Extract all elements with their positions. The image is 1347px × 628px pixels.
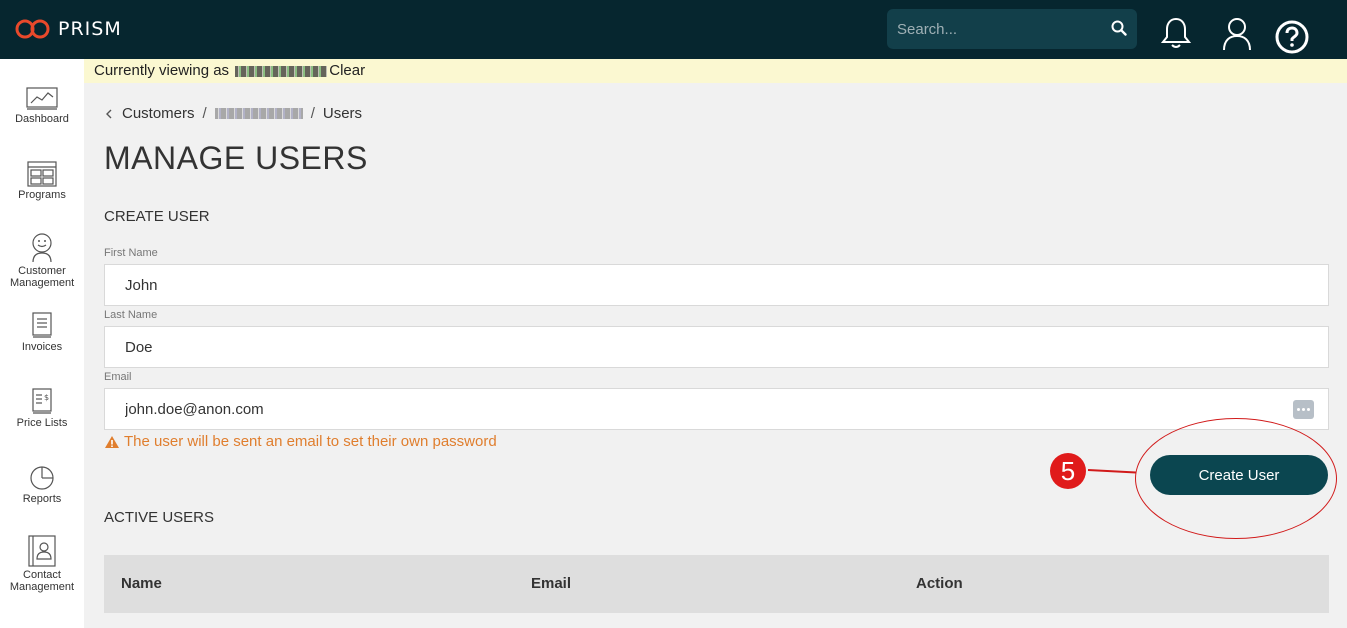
top-bar: PRISM [0,0,1347,59]
column-header-email: Email [531,575,572,592]
step-number-badge: 5 [1050,453,1086,489]
viewing-as-banner: Currently viewing as Clear [84,59,1347,83]
active-users-table-header: Name Email Action [104,555,1329,613]
annotation-connector [1087,469,1136,474]
sidebar-item-price-lists[interactable]: $ Price Lists [0,385,84,429]
sidebar-item-label: Customer Management [10,265,75,289]
logo-icon [15,19,50,39]
clear-link[interactable]: Clear [329,62,365,79]
breadcrumb-users: Users [322,105,363,122]
user-icon[interactable] [1221,16,1253,52]
sidebar-item-label: Reports [22,493,62,505]
sidebar-item-label: Contact Management [9,569,75,593]
help-icon[interactable] [1275,20,1309,54]
contact-book-icon [28,535,56,567]
sidebar-item-label: Invoices [21,341,63,353]
sidebar: Dashboard Programs Customer Management I… [0,59,84,628]
email-field [104,388,1329,430]
chart-icon [26,87,58,110]
password-warning: The user will be sent an email to set th… [104,433,497,450]
logo-text: PRISM [58,18,122,40]
email-input[interactable] [105,389,1328,429]
breadcrumb-customers[interactable]: Customers [122,105,195,122]
redacted-customer-name [235,65,328,77]
sidebar-item-dashboard[interactable]: Dashboard [0,81,84,125]
search-box [887,9,1137,49]
column-header-name: Name [121,575,162,592]
sidebar-item-customer-management[interactable]: Customer Management [0,233,84,289]
document-icon [32,312,52,338]
last-name-label: Last Name [104,309,158,321]
warning-icon [105,435,119,448]
search-icon[interactable] [1111,20,1127,36]
create-user-heading: CREATE USER [104,208,210,225]
pie-icon [30,466,54,490]
email-label: Email [104,371,132,383]
active-users-heading: ACTIVE USERS [104,509,215,526]
password-manager-dots-icon[interactable] [1293,400,1314,419]
sidebar-item-invoices[interactable]: Invoices [0,309,84,353]
pricelist-icon: $ [32,388,52,414]
first-name-label: First Name [104,247,158,259]
svg-text:$: $ [44,393,49,402]
search-input[interactable] [887,9,1102,49]
breadcrumb-separator: / [310,105,315,122]
sidebar-item-label: Programs [18,189,66,201]
warning-text: The user will be sent an email to set th… [124,433,497,450]
chevron-left-icon[interactable] [104,108,114,120]
sidebar-item-label: Dashboard [15,113,69,125]
bell-icon[interactable] [1161,16,1191,50]
last-name-input[interactable] [105,327,1328,367]
breadcrumb: Customers / / Users [104,105,362,122]
breadcrumb-redacted-customer[interactable] [214,108,303,119]
first-name-field [104,264,1329,306]
prism-logo[interactable]: PRISM [14,18,122,40]
sidebar-item-label: Price Lists [16,417,68,429]
sidebar-item-contact-management[interactable]: Contact Management [0,535,84,593]
smiley-icon [32,233,52,263]
breadcrumb-separator: / [202,105,207,122]
sidebar-item-reports[interactable]: Reports [0,461,84,505]
last-name-field [104,326,1329,368]
annotation-ellipse [1135,418,1337,539]
sidebar-item-programs[interactable]: Programs [0,157,84,201]
banner-text: Currently viewing as [94,62,230,79]
first-name-input[interactable] [105,265,1328,305]
page-title: MANAGE USERS [104,140,368,176]
column-header-action: Action [916,575,963,592]
grid-icon [27,161,57,187]
